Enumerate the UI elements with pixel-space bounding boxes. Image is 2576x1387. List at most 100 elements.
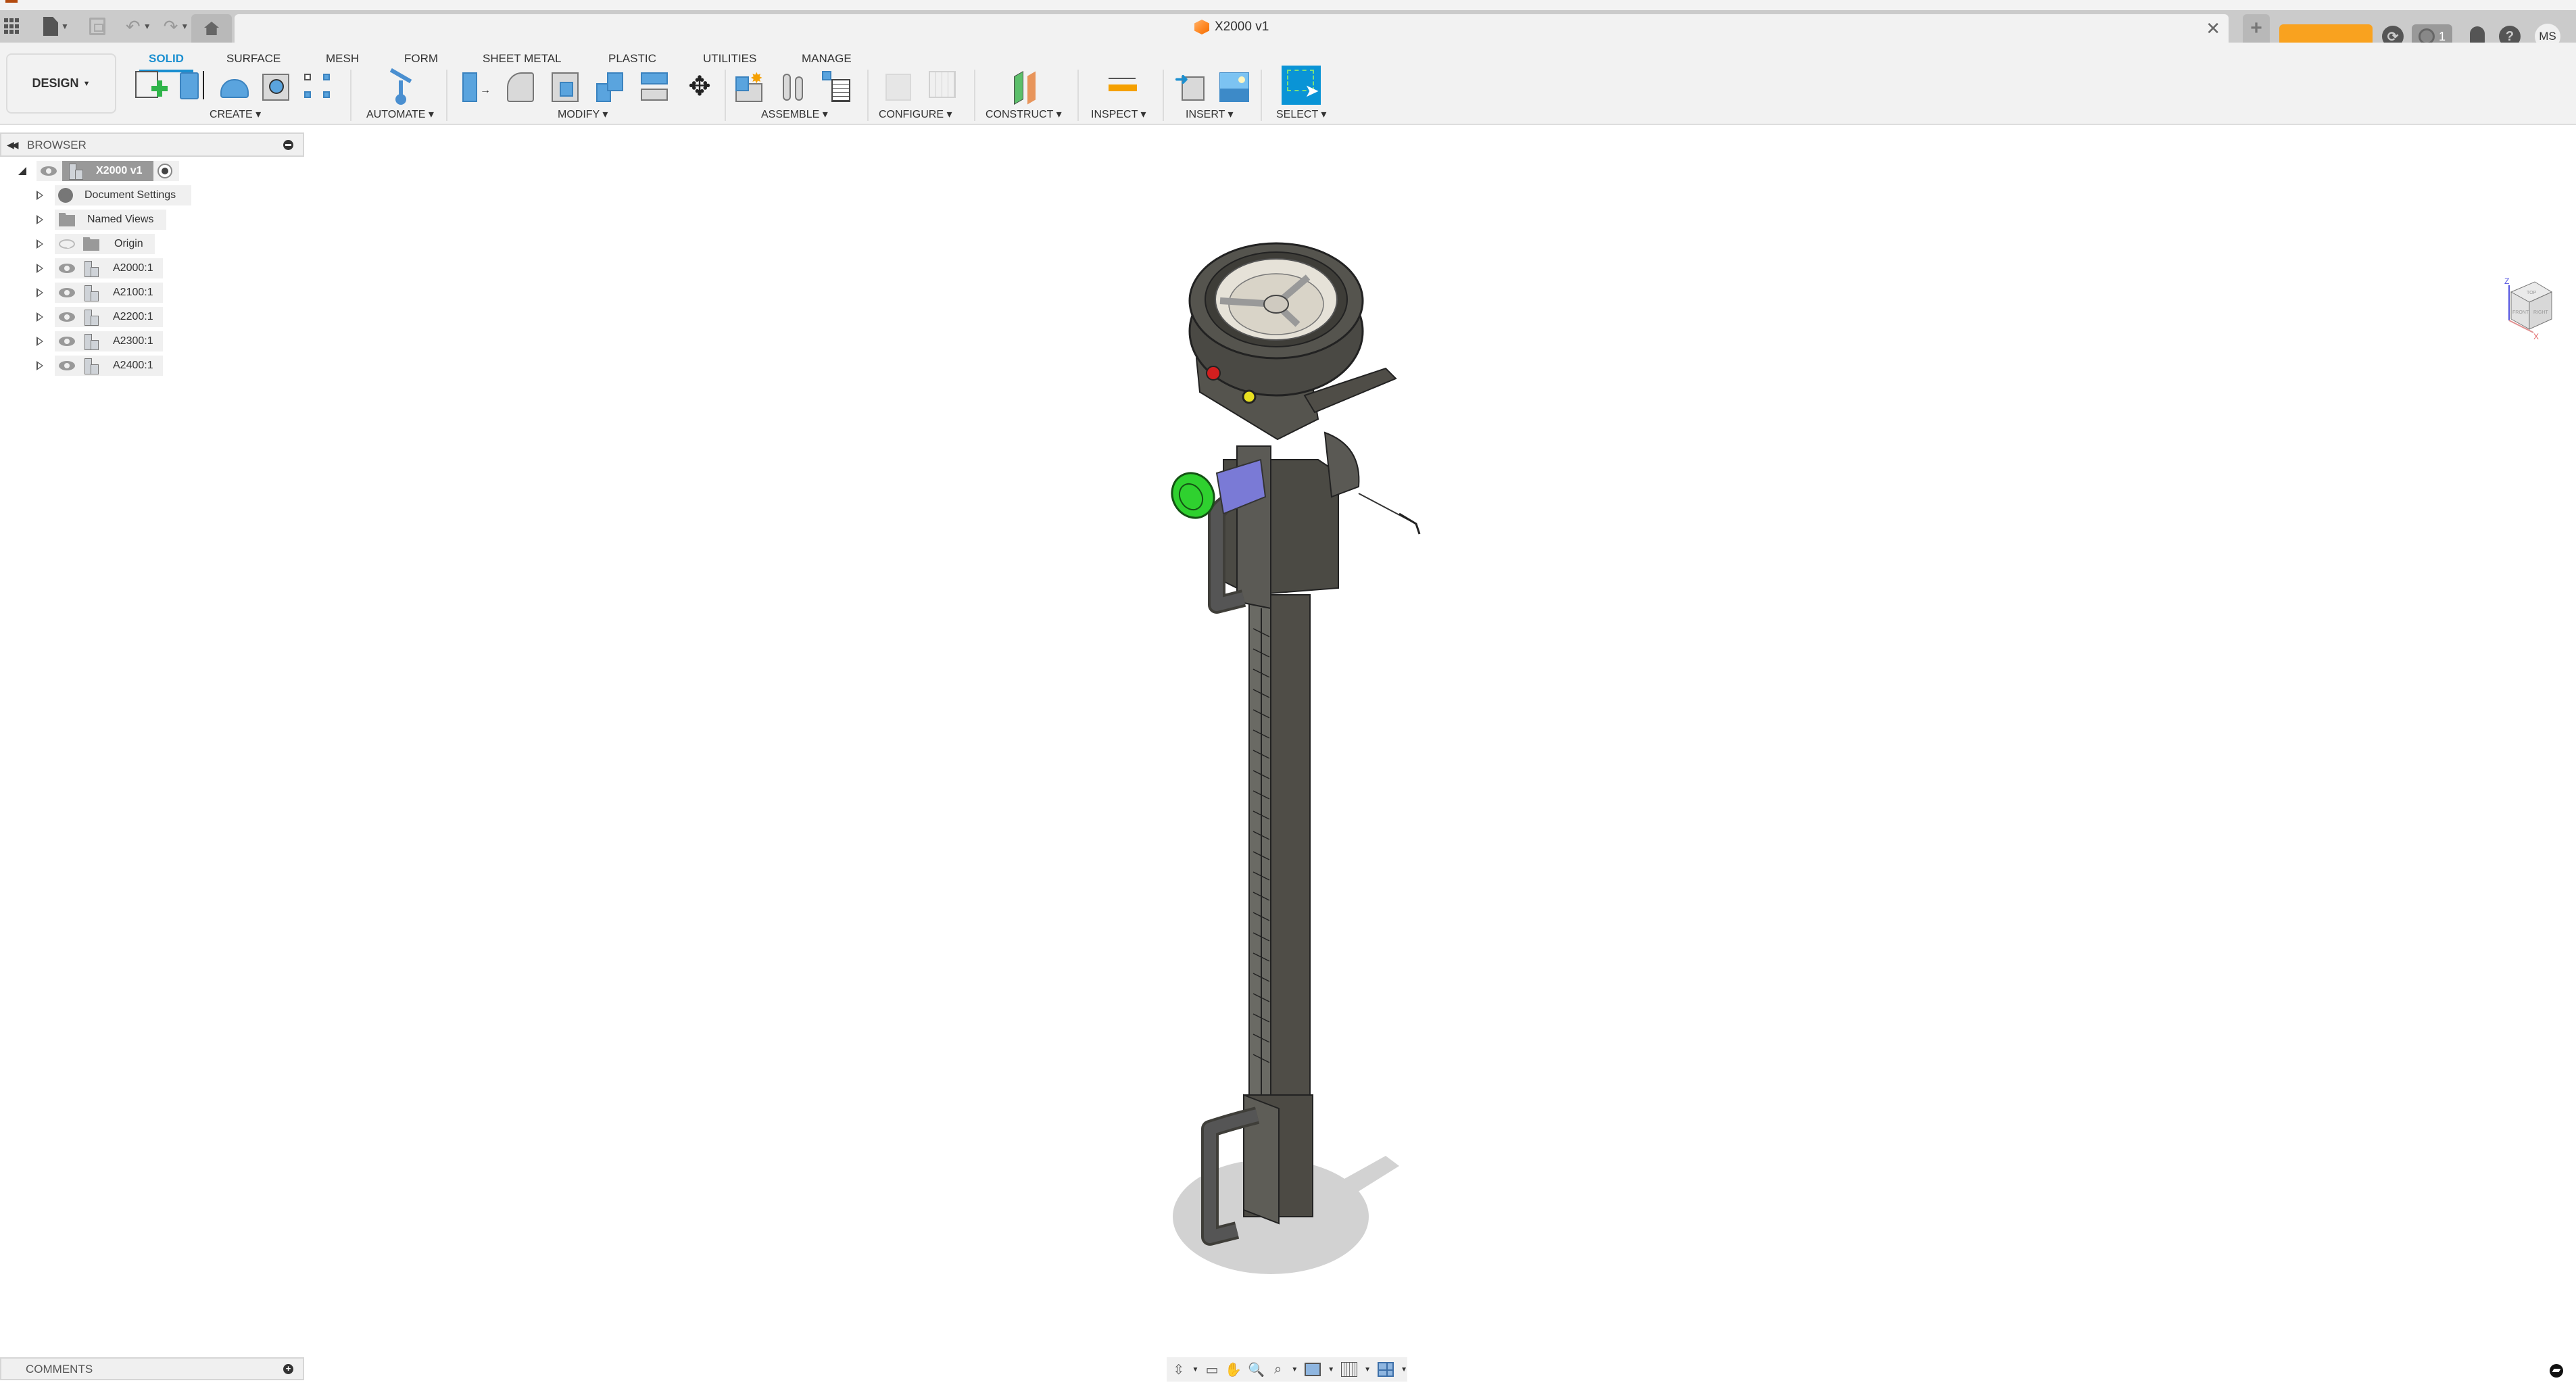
close-tab-button[interactable]: ✕ — [2206, 18, 2220, 39]
assemble-menu[interactable]: ASSEMBLE ▾ — [761, 107, 828, 121]
move-icon[interactable]: ✥ — [683, 70, 716, 103]
red-button[interactable] — [1206, 366, 1221, 381]
expand-icon[interactable] — [37, 312, 43, 322]
app-title-strip — [0, 0, 2576, 10]
bom-icon[interactable] — [821, 70, 854, 103]
workspace-switcher[interactable]: DESIGN ▼ — [6, 53, 116, 114]
tab-sheet-metal[interactable]: SHEET METAL — [483, 52, 562, 66]
chevron-down-icon[interactable]: ▼ — [1328, 1366, 1334, 1373]
hole-icon[interactable] — [260, 70, 293, 103]
press-pull-icon[interactable]: → — [460, 70, 493, 103]
notifications-bell-icon[interactable] — [2470, 26, 2485, 44]
zoom-button[interactable]: 🔍 — [1248, 1361, 1265, 1378]
undo-button[interactable]: ↶ ▼ — [126, 10, 151, 43]
visibility-toggle[interactable] — [55, 331, 79, 351]
chevron-down-icon[interactable]: ▼ — [1364, 1366, 1371, 1373]
tab-utilities[interactable]: UTILITIES — [703, 52, 756, 66]
visibility-toggle[interactable] — [55, 307, 79, 327]
configure-icon[interactable] — [883, 70, 917, 103]
automate-menu[interactable]: AUTOMATE ▾ — [366, 107, 434, 121]
tab-manage[interactable]: MANAGE — [802, 52, 852, 66]
expand-icon[interactable] — [37, 215, 43, 224]
redo-button[interactable]: ↷ ▼ — [164, 10, 189, 43]
3d-viewport[interactable]: Z X TOP FRONT RIGHT — [0, 126, 2576, 1384]
expand-icon[interactable] — [37, 288, 43, 297]
insert-image-icon[interactable] — [1218, 70, 1252, 103]
document-title: X2000 v1 — [1194, 20, 1269, 34]
yellow-button[interactable] — [1242, 389, 1257, 404]
chevron-down-icon: ▼ — [82, 79, 91, 88]
construct-menu[interactable]: CONSTRUCT ▾ — [986, 107, 1062, 121]
visibility-toggle[interactable] — [55, 234, 79, 254]
file-menu-button[interactable]: ▼ — [20, 10, 69, 43]
component-icon — [84, 358, 99, 374]
config-table-icon[interactable] — [926, 70, 960, 103]
inspect-menu[interactable]: INSPECT ▾ — [1091, 107, 1146, 121]
document-tab[interactable]: X2000 v1 ✕ — [235, 14, 2229, 43]
visibility-toggle[interactable] — [37, 161, 62, 181]
app-menu-button[interactable] — [0, 10, 20, 43]
offset-plane-icon[interactable] — [1010, 70, 1044, 105]
select-menu[interactable]: SELECT ▾ — [1276, 107, 1326, 121]
root-component[interactable]: X2000 v1 — [62, 161, 153, 181]
expand-icon[interactable] — [37, 239, 43, 249]
split-icon[interactable] — [638, 70, 672, 103]
modify-menu[interactable]: MODIFY ▾ — [558, 107, 608, 121]
visibility-toggle[interactable] — [55, 356, 79, 376]
app-logo-icon — [5, 0, 18, 3]
fit-button[interactable]: ⌕ — [1271, 1361, 1284, 1378]
model-canvas[interactable] — [0, 126, 2576, 1384]
comments-panel-header[interactable]: COMMENTS + — [0, 1357, 304, 1380]
collapse-panel-icon[interactable]: ◀◀ — [7, 139, 18, 151]
activate-radio[interactable] — [153, 161, 179, 181]
tab-bar: ▼ ↶ ▼ ↷ ▼ X2000 v1 ✕ + ⟳ 1 ? MS — [0, 10, 2576, 49]
insert-menu[interactable]: INSERT ▾ — [1186, 107, 1234, 121]
tab-solid[interactable]: SOLID — [139, 52, 193, 72]
fillet-icon[interactable] — [504, 70, 538, 103]
chevron-down-icon[interactable]: ▼ — [1291, 1366, 1298, 1373]
chevron-down-icon[interactable]: ▼ — [1192, 1366, 1198, 1373]
autodesk-logo-icon[interactable] — [2550, 1364, 2563, 1378]
home-tab[interactable] — [191, 14, 232, 43]
component-icon — [69, 164, 83, 180]
chevron-down-icon[interactable]: ▼ — [1401, 1366, 1407, 1373]
create-sketch-icon[interactable] — [134, 70, 168, 103]
grid-settings-button[interactable] — [1341, 1361, 1358, 1378]
tab-plastic[interactable]: PLASTIC — [608, 52, 656, 66]
new-component-icon[interactable]: ✸ — [734, 70, 768, 103]
insert-derive-icon[interactable]: ➜ — [1175, 70, 1209, 103]
browser-minimize-icon[interactable] — [283, 140, 293, 150]
visibility-toggle[interactable] — [55, 258, 79, 278]
pattern-icon[interactable] — [301, 70, 335, 103]
tab-surface[interactable]: SURFACE — [226, 52, 281, 66]
viewports-button[interactable] — [1378, 1361, 1394, 1378]
expand-icon[interactable] — [37, 264, 43, 273]
shell-icon[interactable] — [549, 70, 583, 103]
expand-icon[interactable] — [37, 361, 43, 370]
automate-icon[interactable] — [384, 68, 418, 105]
tab-mesh[interactable]: MESH — [326, 52, 359, 66]
extrude-icon[interactable] — [176, 70, 210, 103]
combine-icon[interactable] — [593, 70, 627, 103]
viewcube[interactable]: Z X TOP FRONT RIGHT — [2501, 272, 2562, 341]
expand-icon[interactable] — [37, 337, 43, 346]
modify-group: → ✥ MODIFY ▾ — [460, 68, 730, 122]
display-settings-button[interactable] — [1305, 1361, 1321, 1378]
expanded-icon[interactable] — [18, 167, 26, 175]
orbit-button[interactable]: ⇳ — [1172, 1361, 1185, 1378]
expand-icon[interactable] — [37, 191, 43, 200]
revolve-icon[interactable] — [218, 70, 251, 103]
tab-form[interactable]: FORM — [404, 52, 438, 66]
configure-menu[interactable]: CONFIGURE ▾ — [879, 107, 952, 121]
measure-icon[interactable] — [1106, 70, 1140, 103]
add-comment-icon[interactable]: + — [283, 1364, 293, 1374]
joint-icon[interactable] — [777, 70, 811, 103]
select-icon[interactable]: ➤ — [1282, 66, 1321, 105]
look-at-button[interactable]: ▭ — [1205, 1361, 1219, 1378]
fit-icon: ⌕ — [1274, 1361, 1282, 1377]
pan-button[interactable]: ✋ — [1225, 1361, 1242, 1378]
create-menu[interactable]: CREATE ▾ — [210, 107, 261, 121]
new-tab-button[interactable]: + — [2243, 14, 2270, 43]
visibility-toggle[interactable] — [55, 283, 79, 303]
save-button[interactable] — [69, 10, 105, 43]
